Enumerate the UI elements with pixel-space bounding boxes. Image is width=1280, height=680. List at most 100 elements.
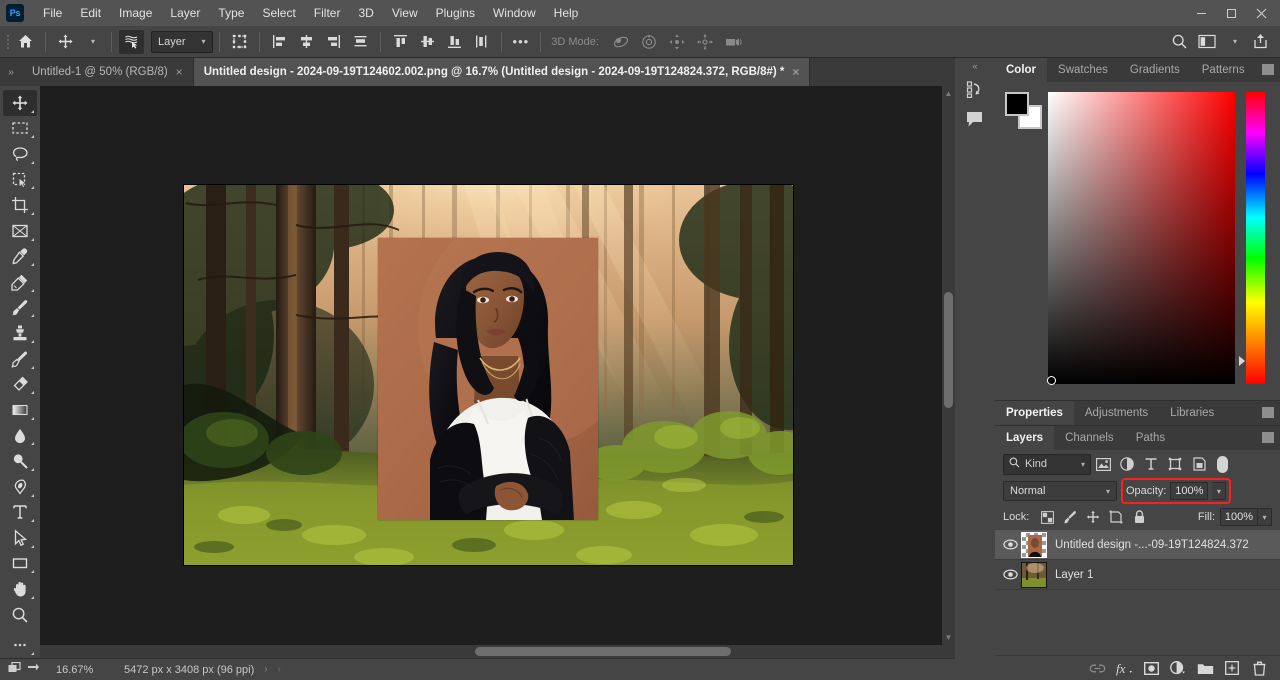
menu-item-3d[interactable]: 3D xyxy=(349,0,382,26)
color-panel-menu-icon[interactable] xyxy=(1262,64,1274,75)
comments-icon[interactable] xyxy=(958,104,992,134)
layers-panel-menu-icon[interactable] xyxy=(1262,432,1274,443)
lock-artboard-nesting-icon[interactable] xyxy=(1106,507,1126,527)
close-button[interactable] xyxy=(1246,0,1276,26)
eraser-tool[interactable] xyxy=(3,372,37,398)
layer-thumbnail[interactable] xyxy=(1021,561,1047,588)
spot-healing-brush-tool[interactable] xyxy=(3,269,37,295)
home-icon[interactable] xyxy=(13,30,38,54)
blur-tool[interactable] xyxy=(3,423,37,449)
hue-slider-marker[interactable] xyxy=(1239,356,1245,366)
align-bottom-edges-icon[interactable] xyxy=(442,30,467,54)
menu-item-view[interactable]: View xyxy=(383,0,427,26)
close-icon[interactable]: × xyxy=(176,66,183,78)
pen-tool[interactable] xyxy=(3,474,37,500)
menu-item-window[interactable]: Window xyxy=(484,0,545,26)
lasso-tool[interactable] xyxy=(3,141,37,167)
layer-row[interactable]: Layer 1 xyxy=(995,560,1280,590)
foreground-color-swatch[interactable] xyxy=(1005,92,1029,116)
dodge-tool[interactable] xyxy=(3,448,37,474)
history-icon[interactable] xyxy=(958,74,992,104)
add-layer-mask-icon[interactable] xyxy=(1140,657,1162,679)
layer-visibility-eye-icon[interactable] xyxy=(999,539,1021,550)
scroll-up-arrow-icon[interactable]: ▲ xyxy=(942,89,955,98)
canvas-vertical-scrollbar[interactable]: ▲ ▼ xyxy=(942,86,955,658)
distribute-vertically-icon[interactable] xyxy=(469,30,494,54)
document-tab-0[interactable]: Untitled-1 @ 50% (RGB/8) × xyxy=(22,58,194,86)
pixel-layers-filter-icon[interactable] xyxy=(1091,453,1115,475)
opacity-value[interactable]: 100% xyxy=(1170,482,1209,500)
shape-layers-filter-icon[interactable] xyxy=(1163,453,1187,475)
tab-adjustments[interactable]: Adjustments xyxy=(1073,401,1160,425)
type-layers-filter-icon[interactable] xyxy=(1139,453,1163,475)
tab-bar-expand-icon[interactable]: » xyxy=(0,58,22,86)
align-right-edges-icon[interactable] xyxy=(321,30,346,54)
rectangular-marquee-tool[interactable] xyxy=(3,116,37,142)
move-tool-icon[interactable] xyxy=(53,30,78,54)
link-layers-icon[interactable] xyxy=(1086,657,1108,679)
tab-layers[interactable]: Layers xyxy=(995,426,1055,450)
tab-gradients[interactable]: Gradients xyxy=(1118,58,1191,82)
zoom-level[interactable]: 16.67% xyxy=(48,664,110,676)
frame-tool[interactable] xyxy=(3,218,37,244)
hue-slider[interactable] xyxy=(1239,92,1265,384)
align-horizontal-centers-icon[interactable] xyxy=(294,30,319,54)
horizontal-scroll-thumb[interactable] xyxy=(475,647,731,656)
color-picker-cursor[interactable] xyxy=(1047,376,1056,385)
menu-item-plugins[interactable]: Plugins xyxy=(427,0,484,26)
menu-item-select[interactable]: Select xyxy=(253,0,304,26)
fill-value[interactable]: 100% xyxy=(1220,508,1258,526)
properties-panel-menu-icon[interactable] xyxy=(1262,407,1274,418)
arrange-documents-icon[interactable] xyxy=(27,662,40,678)
smart-object-filter-icon[interactable] xyxy=(1187,453,1211,475)
eyedropper-tool[interactable] xyxy=(3,244,37,270)
screen-mode-icon[interactable] xyxy=(8,661,21,678)
canvas-horizontal-scrollbar[interactable] xyxy=(40,645,955,658)
menu-item-edit[interactable]: Edit xyxy=(71,0,110,26)
layer-thumbnail[interactable] xyxy=(1021,531,1047,558)
tab-paths[interactable]: Paths xyxy=(1124,426,1177,450)
layer-visibility-eye-icon[interactable] xyxy=(999,569,1021,580)
new-group-icon[interactable] xyxy=(1194,657,1216,679)
lock-position-icon[interactable] xyxy=(1083,507,1103,527)
layer-row[interactable]: Untitled design -...-09-19T124824.372 xyxy=(995,530,1280,560)
path-selection-tool[interactable] xyxy=(3,525,37,551)
menu-item-help[interactable]: Help xyxy=(545,0,588,26)
lock-all-icon[interactable] xyxy=(1129,507,1149,527)
add-layer-style-icon[interactable]: fx xyxy=(1113,657,1135,679)
auto-select-scope-dropdown[interactable]: Layer ▾ xyxy=(151,30,213,53)
share-icon[interactable] xyxy=(1248,30,1273,54)
tab-libraries[interactable]: Libraries xyxy=(1159,401,1226,425)
align-top-edges-icon[interactable] xyxy=(388,30,413,54)
move-tool-options-chevron[interactable]: ▾ xyxy=(80,30,104,54)
canvas-area[interactable]: ▲ ▼ xyxy=(40,86,955,658)
new-layer-icon[interactable] xyxy=(1221,657,1243,679)
fill-chevron-icon[interactable]: ▾ xyxy=(1258,508,1272,526)
close-icon[interactable]: × xyxy=(792,66,799,78)
clone-stamp-tool[interactable] xyxy=(3,320,37,346)
menu-item-image[interactable]: Image xyxy=(110,0,161,26)
color-picker-field[interactable] xyxy=(1047,92,1235,385)
workspace-chevron-icon[interactable]: ▾ xyxy=(1222,30,1246,54)
status-collapse-chevron[interactable]: ‹ xyxy=(278,664,281,675)
tab-color[interactable]: Color xyxy=(995,58,1048,82)
opacity-chevron-icon[interactable]: ▾ xyxy=(1212,482,1227,500)
lock-transparent-pixels-icon[interactable] xyxy=(1037,507,1057,527)
more-options-button[interactable]: ••• xyxy=(509,30,534,54)
layer-filter-kind-select[interactable]: Kind ▾ xyxy=(1003,453,1091,475)
tab-patterns[interactable]: Patterns xyxy=(1190,58,1256,82)
brush-tool[interactable] xyxy=(3,295,37,321)
show-transform-controls-icon[interactable] xyxy=(227,30,252,54)
status-info-chevron[interactable]: › xyxy=(254,664,277,675)
search-icon[interactable] xyxy=(1167,30,1192,54)
workspace-icon[interactable] xyxy=(1194,30,1220,54)
vertical-scroll-thumb[interactable] xyxy=(944,292,953,408)
history-brush-tool[interactable] xyxy=(3,346,37,372)
menu-item-layer[interactable]: Layer xyxy=(161,0,209,26)
delete-layer-icon[interactable] xyxy=(1248,657,1270,679)
blend-mode-select[interactable]: Normal ▾ xyxy=(1003,481,1117,501)
tab-properties[interactable]: Properties xyxy=(995,401,1074,425)
hand-tool[interactable] xyxy=(3,576,37,602)
rectangle-tool[interactable] xyxy=(3,551,37,577)
zoom-tool[interactable] xyxy=(3,602,37,628)
